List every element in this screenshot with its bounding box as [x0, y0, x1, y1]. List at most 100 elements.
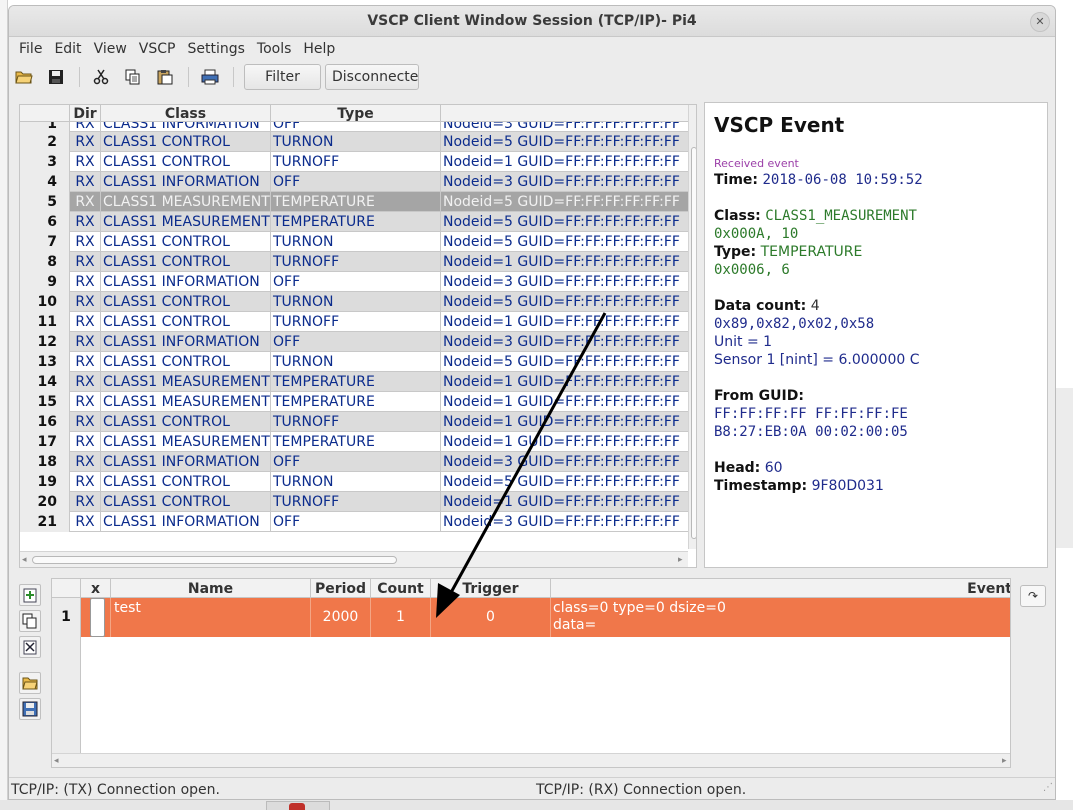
scroll-thumb[interactable]: [32, 556, 397, 564]
header-dir[interactable]: Dir: [70, 105, 101, 122]
class-value: CLASS1_MEASUREMENT: [765, 208, 917, 224]
title-bar[interactable]: VSCP Client Window Session (TCP/IP)- Pi4…: [9, 6, 1055, 37]
tx-period[interactable]: 2000: [311, 598, 371, 637]
event-row[interactable]: 9 RX CLASS1 INFORMATION OFF Nodeid=3 GUID=FF…: [20, 272, 688, 292]
event-row[interactable]: 18 RX CLASS1 INFORMATION OFF Nodeid=3 GUID=F…: [20, 452, 688, 472]
event-row[interactable]: 15 RX CLASS1 MEASUREMENT TEMPERATURE Nodeid=…: [20, 392, 688, 412]
event-row[interactable]: 1 RX CLASS1 INFORMATION OFF Nodeid=3 GUID=FF…: [20, 122, 688, 132]
tx-table-hscrollbar[interactable]: ◂ ▸: [52, 753, 1010, 767]
event-row[interactable]: 2 RX CLASS1 CONTROL TURNON Nodeid=5 GUID=FF:…: [20, 132, 688, 152]
scroll-thumb[interactable]: [691, 147, 696, 539]
event-data: Nodeid=1 GUID=FF:FF:FF:FF:FF:FF: [443, 314, 680, 330]
event-type: TURNON: [271, 292, 441, 312]
time-label: Time:: [714, 172, 759, 188]
menu-edit[interactable]: Edit: [48, 41, 87, 57]
event-row-number: 21: [20, 512, 70, 532]
event-list-vscrollbar[interactable]: [688, 105, 696, 549]
print-icon[interactable]: [199, 66, 221, 88]
menu-view[interactable]: View: [88, 41, 133, 57]
save-tx-set-icon[interactable]: [19, 698, 41, 720]
copy-tx-event-icon[interactable]: [19, 610, 41, 632]
save-icon[interactable]: [45, 66, 67, 88]
tx-row-header-column: [52, 637, 81, 753]
scroll-right-icon[interactable]: ▸: [1002, 754, 1007, 767]
filter-button[interactable]: Filter: [244, 64, 321, 90]
event-row[interactable]: 7 RX CLASS1 CONTROL TURNON Nodeid=5 GUID=FF:…: [20, 232, 688, 252]
tx-header-period[interactable]: Period: [311, 579, 371, 598]
event-detail-title: VSCP Event: [714, 113, 845, 137]
tx-event-cell[interactable]: class=0 type=0 dsize=0 data=: [551, 598, 1010, 637]
tx-name[interactable]: test: [111, 598, 311, 637]
menu-settings[interactable]: Settings: [181, 41, 250, 57]
tx-header-x[interactable]: x: [81, 579, 111, 598]
resize-grip-icon[interactable]: ⋰: [1043, 782, 1053, 793]
event-row[interactable]: 13 RX CLASS1 CONTROL TURNON Nodeid=5 GUID=FF…: [20, 352, 688, 372]
desktop-right-edge: [1056, 0, 1073, 810]
taskbar-app-icon[interactable]: [266, 801, 330, 810]
event-row[interactable]: 4 RX CLASS1 INFORMATION OFF Nodeid=3 GUID=FF…: [20, 172, 688, 192]
event-list-hscrollbar[interactable]: ◂ ▸: [20, 551, 688, 567]
event-row-number: 14: [20, 372, 70, 392]
scroll-right-icon[interactable]: ▸: [678, 552, 683, 567]
cut-icon[interactable]: [90, 66, 112, 88]
event-data: Nodeid=5 GUID=FF:FF:FF:FF:FF:FF: [443, 134, 680, 150]
close-icon[interactable]: ✕: [1030, 12, 1050, 32]
event-class: CLASS1 MEASUREMENT: [103, 432, 271, 452]
menu-help[interactable]: Help: [297, 41, 341, 57]
event-row[interactable]: 16 RX CLASS1 CONTROL TURNOFF Nodeid=1 GUID=F…: [20, 412, 688, 432]
event-row[interactable]: 6 RX CLASS1 MEASUREMENT TEMPERATURE Nodeid=5…: [20, 212, 688, 232]
tx-header-count[interactable]: Count: [371, 579, 431, 598]
event-row[interactable]: 5 RX CLASS1 MEASUREMENT TEMPERATURE Nodeid=5…: [20, 192, 688, 212]
load-tx-set-icon[interactable]: [19, 672, 41, 694]
scroll-left-icon[interactable]: ◂: [54, 754, 59, 767]
event-row[interactable]: 12 RX CLASS1 INFORMATION OFF Nodeid=3 GUID=F…: [20, 332, 688, 352]
tx-trigger[interactable]: 0: [431, 598, 551, 637]
add-tx-event-icon[interactable]: [19, 584, 41, 606]
tx-header-name[interactable]: Name: [111, 579, 311, 598]
menu-file[interactable]: File: [13, 41, 48, 57]
event-dir: RX: [70, 352, 101, 372]
tx-count[interactable]: 1: [371, 598, 431, 637]
event-row[interactable]: 10 RX CLASS1 CONTROL TURNON Nodeid=5 GUID=FF…: [20, 292, 688, 312]
event-row-number: 13: [20, 352, 70, 372]
event-type: TEMPERATURE: [271, 432, 441, 452]
scroll-left-icon[interactable]: ◂: [22, 552, 27, 567]
unit-line: Unit = 1: [714, 334, 773, 350]
event-class: CLASS1 CONTROL: [101, 292, 271, 312]
event-data: Nodeid=1 GUID=FF:FF:FF:FF:FF:FF: [443, 434, 680, 450]
refresh-icon[interactable]: ↷: [1020, 585, 1046, 607]
event-row-number: 3: [20, 152, 70, 172]
tx-header-trigger[interactable]: Trigger: [431, 579, 551, 598]
connection-button[interactable]: Disconnected: [325, 64, 419, 90]
event-row[interactable]: 21 RX CLASS1 INFORMATION OFF Nodeid=3 GUID=F…: [20, 512, 688, 532]
event-type: OFF: [271, 122, 441, 132]
menu-vscp[interactable]: VSCP: [133, 41, 182, 57]
desktop-left-edge: [0, 0, 8, 810]
event-row[interactable]: 14 RX CLASS1 MEASUREMENT TEMPERATURE Nodeid=…: [20, 372, 688, 392]
open-folder-icon[interactable]: [13, 66, 35, 88]
event-dir: RX: [70, 212, 101, 232]
tx-enabled-checkbox[interactable]: [90, 598, 105, 637]
copy-icon[interactable]: [122, 66, 144, 88]
tx-header-event[interactable]: Event: [551, 579, 1010, 598]
delete-tx-event-icon[interactable]: [19, 636, 41, 658]
header-data[interactable]: [441, 105, 688, 122]
menu-tools[interactable]: Tools: [251, 41, 298, 57]
sensor-line: Sensor 1 [nint] = 6.000000 C: [714, 352, 920, 368]
event-class: CLASS1 MEASUREMENT: [103, 192, 271, 212]
event-row-number: 12: [20, 332, 70, 352]
event-row[interactable]: 3 RX CLASS1 CONTROL TURNOFF Nodeid=1 GUID=FF…: [20, 152, 688, 172]
paste-icon[interactable]: [154, 66, 176, 88]
header-class[interactable]: Class: [101, 105, 271, 122]
event-class: CLASS1 INFORMATION: [101, 272, 271, 292]
tx-row[interactable]: 1 test 2000 1 0 class=0 type=0 dsize=0 d…: [52, 598, 1010, 637]
event-data: Nodeid=3 GUID=FF:FF:FF:FF:FF:FF: [443, 454, 680, 470]
event-row[interactable]: 20 RX CLASS1 CONTROL TURNOFF Nodeid=1 GUID=F…: [20, 492, 688, 512]
event-row[interactable]: 8 RX CLASS1 CONTROL TURNOFF Nodeid=1 GUID=FF…: [20, 252, 688, 272]
event-row[interactable]: 19 RX CLASS1 CONTROL TURNON Nodeid=5 GUID=FF…: [20, 472, 688, 492]
header-type[interactable]: Type: [271, 105, 441, 122]
event-row[interactable]: 11 RX CLASS1 CONTROL TURNOFF Nodeid=1 GUID=F…: [20, 312, 688, 332]
event-row[interactable]: 17 RX CLASS1 MEASUREMENT TEMPERATURE Nodeid=…: [20, 432, 688, 452]
event-class: CLASS1 CONTROL: [101, 152, 271, 172]
event-class: CLASS1 CONTROL: [101, 252, 271, 272]
